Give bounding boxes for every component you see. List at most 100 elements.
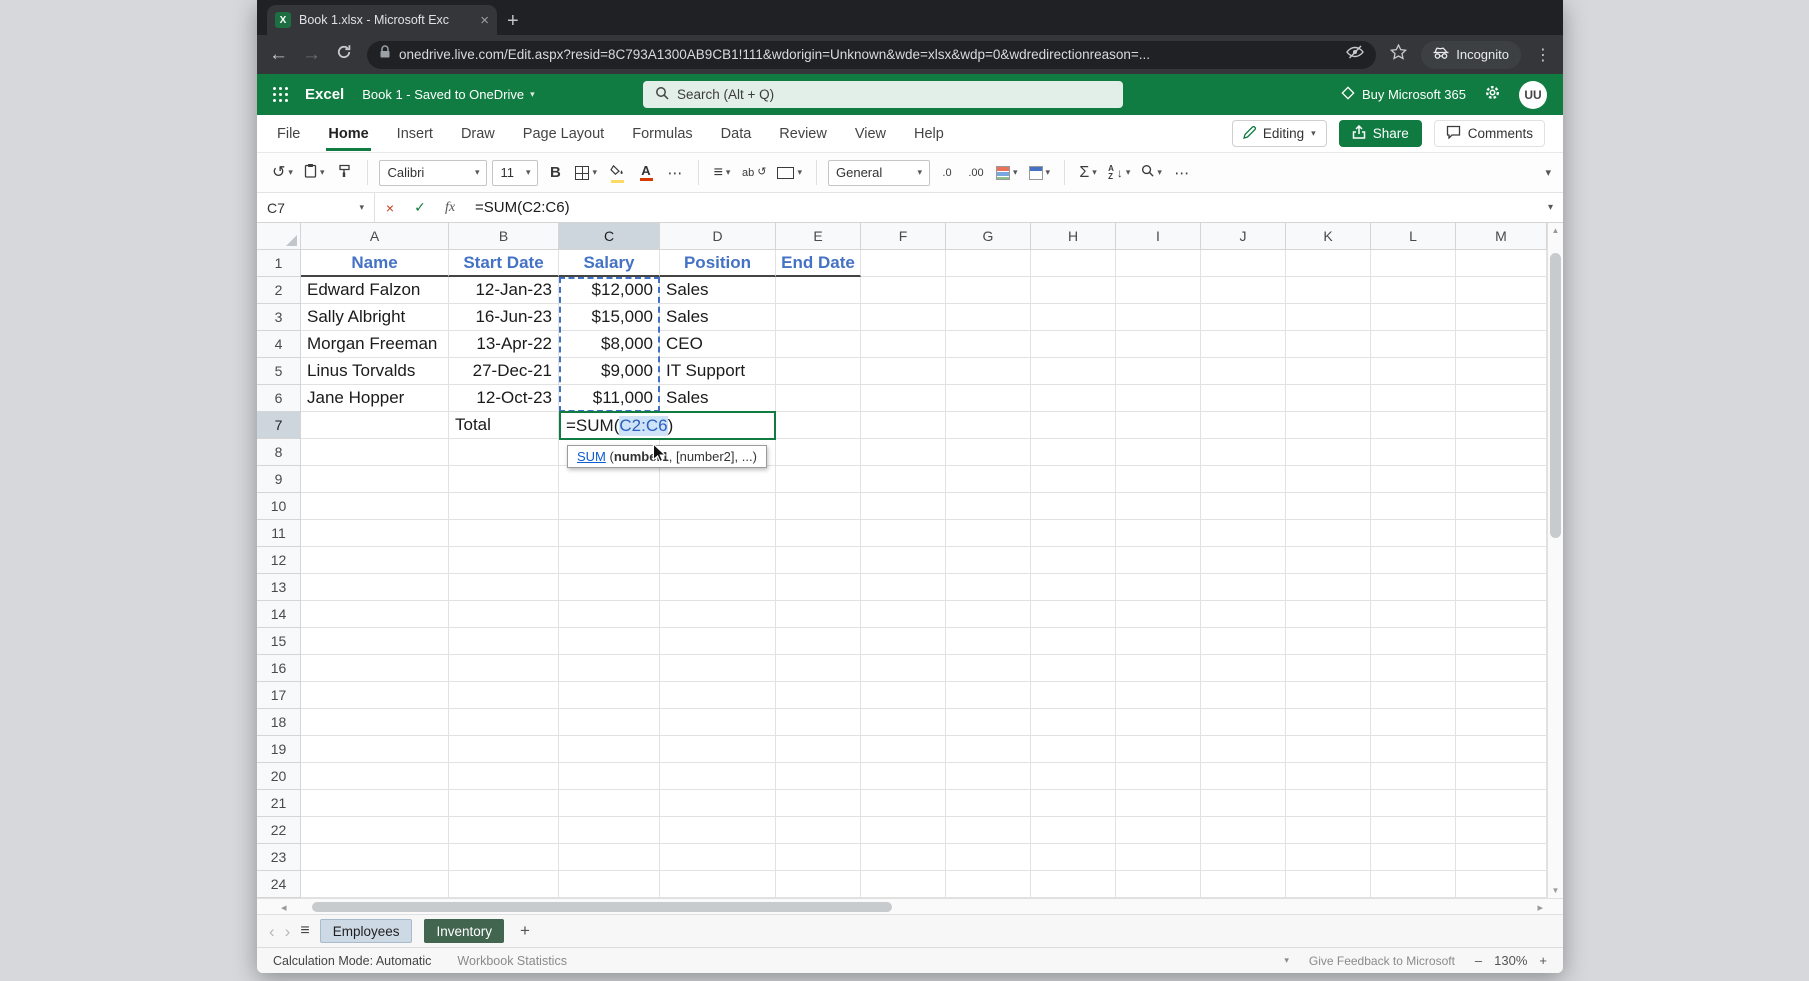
- row-header-16[interactable]: 16: [257, 655, 301, 682]
- cell-h11[interactable]: [1031, 520, 1116, 547]
- name-box[interactable]: C7 ▾: [257, 193, 375, 222]
- ribbon-tab-draw[interactable]: Draw: [459, 117, 497, 151]
- row-header-20[interactable]: 20: [257, 763, 301, 790]
- cell-e22[interactable]: [776, 817, 861, 844]
- cell-c20[interactable]: [559, 763, 660, 790]
- cell-m22[interactable]: [1456, 817, 1547, 844]
- cell-k19[interactable]: [1286, 736, 1371, 763]
- cell-d15[interactable]: [660, 628, 776, 655]
- cell-d2[interactable]: Sales: [660, 277, 776, 304]
- cell-g24[interactable]: [946, 871, 1031, 898]
- cell-c6[interactable]: $11,000: [559, 385, 660, 412]
- cell-d11[interactable]: [660, 520, 776, 547]
- cell-f15[interactable]: [861, 628, 946, 655]
- cell-f16[interactable]: [861, 655, 946, 682]
- cell-l22[interactable]: [1371, 817, 1456, 844]
- cell-h23[interactable]: [1031, 844, 1116, 871]
- row-header-15[interactable]: 15: [257, 628, 301, 655]
- cell-i10[interactable]: [1116, 493, 1201, 520]
- row-header-10[interactable]: 10: [257, 493, 301, 520]
- cell-h8[interactable]: [1031, 439, 1116, 466]
- column-header-l[interactable]: L: [1371, 223, 1456, 250]
- row-header-13[interactable]: 13: [257, 574, 301, 601]
- cell-e18[interactable]: [776, 709, 861, 736]
- cell-l20[interactable]: [1371, 763, 1456, 790]
- cell-a19[interactable]: [301, 736, 449, 763]
- cell-m16[interactable]: [1456, 655, 1547, 682]
- ribbon-tab-file[interactable]: File: [275, 117, 302, 151]
- cell-g2[interactable]: [946, 277, 1031, 304]
- cell-c4[interactable]: $8,000: [559, 331, 660, 358]
- editing-mode-dropdown[interactable]: Editing ▾: [1231, 120, 1327, 147]
- cell-a20[interactable]: [301, 763, 449, 790]
- zoom-in-button[interactable]: +: [1539, 953, 1547, 968]
- cell-d4[interactable]: CEO: [660, 331, 776, 358]
- cell-j19[interactable]: [1201, 736, 1286, 763]
- more-commands-button[interactable]: ⋯: [1170, 159, 1194, 186]
- cell-d5[interactable]: IT Support: [660, 358, 776, 385]
- cell-i18[interactable]: [1116, 709, 1201, 736]
- cell-l7[interactable]: [1371, 412, 1456, 439]
- row-header-3[interactable]: 3: [257, 304, 301, 331]
- cell-m18[interactable]: [1456, 709, 1547, 736]
- cell-b8[interactable]: [449, 439, 559, 466]
- cell-j3[interactable]: [1201, 304, 1286, 331]
- sheet-nav-right-icon[interactable]: ›: [285, 923, 291, 940]
- cell-m10[interactable]: [1456, 493, 1547, 520]
- horizontal-scroll-thumb[interactable]: [312, 902, 892, 912]
- cell-j4[interactable]: [1201, 331, 1286, 358]
- cell-i12[interactable]: [1116, 547, 1201, 574]
- cell-i22[interactable]: [1116, 817, 1201, 844]
- cell-i1[interactable]: [1116, 250, 1201, 277]
- function-name-link[interactable]: SUM: [577, 449, 606, 464]
- cell-f9[interactable]: [861, 466, 946, 493]
- row-header-2[interactable]: 2: [257, 277, 301, 304]
- cell-h5[interactable]: [1031, 358, 1116, 385]
- cell-b20[interactable]: [449, 763, 559, 790]
- cell-f13[interactable]: [861, 574, 946, 601]
- row-header-8[interactable]: 8: [257, 439, 301, 466]
- cell-l3[interactable]: [1371, 304, 1456, 331]
- row-header-11[interactable]: 11: [257, 520, 301, 547]
- cell-k14[interactable]: [1286, 601, 1371, 628]
- cell-c17[interactable]: [559, 682, 660, 709]
- cell-b18[interactable]: [449, 709, 559, 736]
- cell-d1[interactable]: Position: [660, 250, 776, 277]
- cell-e13[interactable]: [776, 574, 861, 601]
- cell-e8[interactable]: [776, 439, 861, 466]
- eye-off-icon[interactable]: [1346, 45, 1365, 64]
- cell-i2[interactable]: [1116, 277, 1201, 304]
- ribbon-tab-view[interactable]: View: [853, 117, 888, 151]
- confirm-entry-icon[interactable]: ✓: [405, 199, 435, 216]
- sort-filter-button[interactable]: AZ ↓ ▾: [1105, 159, 1133, 186]
- cell-b4[interactable]: 13-Apr-22: [449, 331, 559, 358]
- cell-k20[interactable]: [1286, 763, 1371, 790]
- cell-l19[interactable]: [1371, 736, 1456, 763]
- ribbon-tab-insert[interactable]: Insert: [395, 117, 435, 151]
- cell-l6[interactable]: [1371, 385, 1456, 412]
- cell-i16[interactable]: [1116, 655, 1201, 682]
- cell-f18[interactable]: [861, 709, 946, 736]
- select-all-corner[interactable]: [257, 223, 301, 250]
- account-avatar[interactable]: UU: [1519, 80, 1547, 109]
- cell-h13[interactable]: [1031, 574, 1116, 601]
- row-header-7[interactable]: 7: [257, 412, 301, 439]
- cell-h12[interactable]: [1031, 547, 1116, 574]
- cell-l10[interactable]: [1371, 493, 1456, 520]
- ribbon-tab-review[interactable]: Review: [777, 117, 829, 151]
- cell-i8[interactable]: [1116, 439, 1201, 466]
- cell-b21[interactable]: [449, 790, 559, 817]
- cell-b2[interactable]: 12-Jan-23: [449, 277, 559, 304]
- cell-b19[interactable]: [449, 736, 559, 763]
- insert-function-icon[interactable]: fx: [435, 200, 465, 216]
- cell-m23[interactable]: [1456, 844, 1547, 871]
- bold-button[interactable]: B: [543, 159, 567, 186]
- cell-g23[interactable]: [946, 844, 1031, 871]
- cell-m6[interactable]: [1456, 385, 1547, 412]
- cell-i23[interactable]: [1116, 844, 1201, 871]
- cell-e4[interactable]: [776, 331, 861, 358]
- cell-h6[interactable]: [1031, 385, 1116, 412]
- cell-k13[interactable]: [1286, 574, 1371, 601]
- cell-c3[interactable]: $15,000: [559, 304, 660, 331]
- cell-b5[interactable]: 27-Dec-21: [449, 358, 559, 385]
